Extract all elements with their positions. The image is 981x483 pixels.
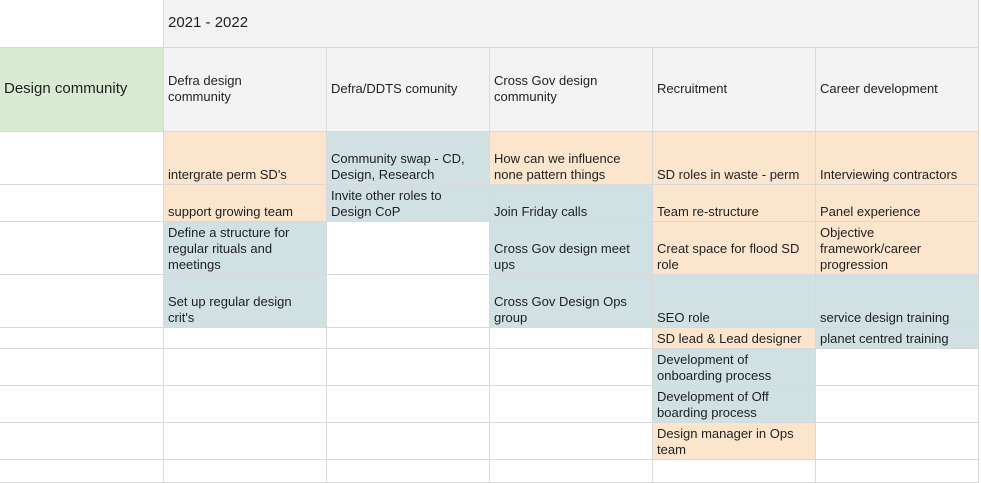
empty-cell[interactable] — [816, 386, 979, 423]
column-header-label: Defra design community — [168, 73, 242, 104]
empty-cell[interactable] — [164, 386, 327, 423]
empty-cell[interactable] — [0, 423, 164, 460]
empty-cell[interactable] — [164, 349, 327, 386]
list-item[interactable]: Cross Gov Design Ops group — [490, 275, 653, 328]
list-item[interactable]: planet centred training — [816, 328, 979, 349]
cell-text: Cross Gov Design Ops group — [494, 294, 627, 325]
year-header-cell[interactable]: 2021 - 2022 — [164, 0, 979, 48]
list-item[interactable]: Objective framework/career progression — [816, 222, 979, 275]
cell-text: Team re-structure — [657, 204, 759, 219]
empty-cell[interactable] — [0, 132, 164, 185]
cell-text: Cross Gov design meet ups — [494, 241, 630, 272]
list-item[interactable]: How can we influence none pattern things — [490, 132, 653, 185]
column-header-label: Cross Gov design community — [494, 73, 598, 104]
corner-cell[interactable] — [0, 0, 164, 48]
column-header-label: Career development — [820, 81, 938, 96]
list-item[interactable]: Set up regular design crit's — [164, 275, 327, 328]
spreadsheet-grid: 2021 - 2022 Design community Defra desig… — [0, 0, 981, 483]
column-header-cross-gov[interactable]: Cross Gov design community — [490, 48, 653, 132]
column-header-label: Defra/DDTS comunity — [331, 81, 458, 96]
empty-cell[interactable] — [327, 328, 490, 349]
list-item[interactable]: Invite other roles to Design CoP — [327, 185, 490, 222]
empty-cell[interactable] — [816, 423, 979, 460]
list-item[interactable]: Define a structure for regular rituals a… — [164, 222, 327, 275]
row-label-cell[interactable]: Design community — [0, 48, 164, 132]
list-item[interactable]: Join Friday calls — [490, 185, 653, 222]
empty-cell[interactable] — [327, 460, 490, 483]
list-item[interactable]: Interviewing contractors — [816, 132, 979, 185]
list-item[interactable]: SEO role — [653, 275, 816, 328]
cell-text: intergrate perm SD's — [168, 167, 287, 182]
empty-cell[interactable] — [490, 423, 653, 460]
cell-text: Objective framework/career progression — [820, 225, 922, 272]
cell-text: How can we influence none pattern things — [494, 151, 621, 182]
list-item[interactable]: Community swap - CD, Design, Research — [327, 132, 490, 185]
empty-cell[interactable] — [0, 460, 164, 483]
empty-cell[interactable] — [327, 349, 490, 386]
cell-text: Interviewing contractors — [820, 167, 958, 182]
list-item[interactable]: service design training — [816, 275, 979, 328]
column-header-defra-ddts[interactable]: Defra/DDTS comunity — [327, 48, 490, 132]
empty-cell[interactable] — [327, 423, 490, 460]
list-item[interactable]: Panel experience — [816, 185, 979, 222]
cell-text: Development of onboarding process — [657, 352, 772, 383]
empty-cell[interactable] — [164, 460, 327, 483]
cell-text: Community swap - CD, Design, Research — [331, 151, 465, 182]
empty-cell[interactable] — [327, 222, 490, 275]
list-item[interactable]: Team re-structure — [653, 185, 816, 222]
cell-text: Define a structure for regular rituals a… — [168, 225, 290, 272]
empty-cell[interactable] — [0, 349, 164, 386]
empty-cell[interactable] — [0, 275, 164, 328]
cell-text: support growing team — [168, 204, 294, 219]
cell-text: service design training — [820, 310, 950, 325]
empty-cell[interactable] — [490, 328, 653, 349]
empty-cell[interactable] — [0, 328, 164, 349]
column-header-label: Recruitment — [657, 81, 728, 96]
cell-text: planet centred training — [820, 331, 949, 346]
empty-cell[interactable] — [327, 386, 490, 423]
empty-cell[interactable] — [490, 460, 653, 483]
list-item[interactable]: Development of Off boarding process — [653, 386, 816, 423]
empty-cell[interactable] — [164, 328, 327, 349]
cell-text: Panel experience — [820, 204, 921, 219]
cell-text: Join Friday calls — [494, 204, 588, 219]
empty-cell[interactable] — [490, 349, 653, 386]
empty-cell[interactable] — [490, 386, 653, 423]
list-item[interactable]: SD roles in waste - perm — [653, 132, 816, 185]
list-item[interactable]: Creat space for flood SD role — [653, 222, 816, 275]
list-item[interactable]: Cross Gov design meet ups — [490, 222, 653, 275]
year-label: 2021 - 2022 — [168, 14, 249, 31]
list-item[interactable]: Design manager in Ops team — [653, 423, 816, 460]
empty-cell[interactable] — [0, 185, 164, 222]
cell-text: SEO role — [657, 310, 710, 325]
cell-text: SD lead & Lead designer — [657, 331, 802, 346]
list-item[interactable]: support growing team — [164, 185, 327, 222]
empty-cell[interactable] — [816, 460, 979, 483]
empty-cell[interactable] — [164, 423, 327, 460]
cell-text: Creat space for flood SD role — [657, 241, 800, 272]
list-item[interactable]: Development of onboarding process — [653, 349, 816, 386]
column-header-recruitment[interactable]: Recruitment — [653, 48, 816, 132]
empty-cell[interactable] — [816, 349, 979, 386]
row-label: Design community — [4, 80, 128, 97]
cell-text: Set up regular design crit's — [168, 294, 292, 325]
list-item[interactable]: SD lead & Lead designer — [653, 328, 816, 349]
empty-cell[interactable] — [653, 460, 816, 483]
cell-text: Design manager in Ops team — [657, 426, 794, 457]
empty-cell[interactable] — [327, 275, 490, 328]
column-header-defra-design[interactable]: Defra design community — [164, 48, 327, 132]
cell-text: Development of Off boarding process — [657, 389, 769, 420]
empty-cell[interactable] — [0, 386, 164, 423]
list-item[interactable]: intergrate perm SD's — [164, 132, 327, 185]
cell-text: Invite other roles to Design CoP — [331, 188, 442, 219]
column-header-career-development[interactable]: Career development — [816, 48, 979, 132]
empty-cell[interactable] — [0, 222, 164, 275]
cell-text: SD roles in waste - perm — [657, 167, 800, 182]
